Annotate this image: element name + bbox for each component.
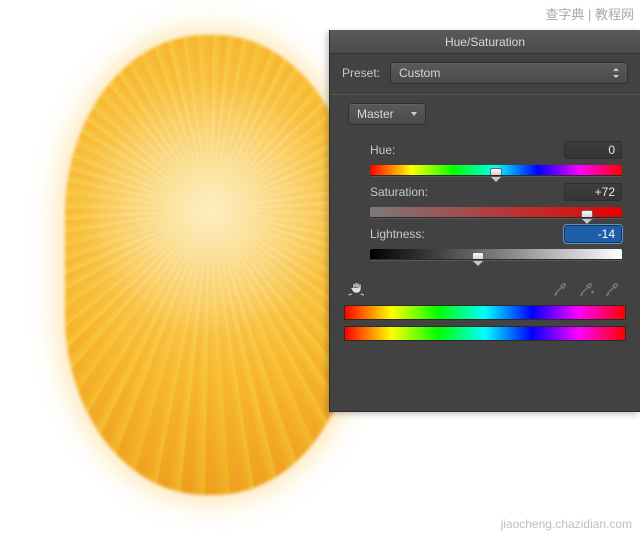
saturation-label: Saturation: xyxy=(370,185,428,199)
lightness-slot: Lightness: -14 xyxy=(370,225,622,261)
hue-saturation-panel: Hue/Saturation Preset: Custom Master Hue… xyxy=(329,30,640,412)
targeted-adjustment-button[interactable] xyxy=(346,277,368,299)
hue-ramp-top xyxy=(344,305,626,320)
eyedropper-add-button[interactable] xyxy=(576,277,598,299)
chevron-down-icon xyxy=(409,109,419,119)
lightness-input[interactable]: -14 xyxy=(564,225,622,243)
eyedropper-icon xyxy=(553,280,569,296)
preset-value: Custom xyxy=(399,66,440,80)
hue-ramp-bottom xyxy=(344,326,626,341)
eyedropper-subtract-button[interactable] xyxy=(602,277,624,299)
lightness-thumb[interactable] xyxy=(472,252,484,262)
saturation-input[interactable]: +72 xyxy=(564,183,622,201)
preset-row: Preset: Custom xyxy=(330,54,640,88)
saturation-thumb[interactable] xyxy=(581,210,593,220)
canvas-artwork xyxy=(65,35,355,495)
panel-title: Hue/Saturation xyxy=(445,35,525,49)
saturation-slider[interactable] xyxy=(370,207,622,219)
fuzzy-texture xyxy=(65,35,355,495)
hue-input[interactable]: 0 xyxy=(564,141,622,159)
panel-titlebar[interactable]: Hue/Saturation xyxy=(330,30,640,54)
hue-ramps xyxy=(330,305,640,353)
saturation-slot: Saturation: +72 xyxy=(370,183,622,219)
hand-scrubby-icon xyxy=(348,279,366,297)
hue-slider[interactable] xyxy=(370,165,622,177)
tool-row xyxy=(330,267,640,305)
preset-label: Preset: xyxy=(342,66,390,80)
preset-select[interactable]: Custom xyxy=(390,62,628,84)
eyedropper-plus-icon xyxy=(579,280,595,296)
hue-slot: Hue: 0 xyxy=(370,141,622,177)
sliders-group: Hue: 0 Saturation: +72 Lightness: -14 xyxy=(330,129,640,267)
eyedropper-button[interactable] xyxy=(550,277,572,299)
watermark-top: 查字典 | 教程网 xyxy=(545,4,634,23)
lightness-label: Lightness: xyxy=(370,227,425,241)
lightness-slider[interactable] xyxy=(370,249,622,261)
hue-label: Hue: xyxy=(370,143,395,157)
channel-row: Master xyxy=(330,95,640,129)
watermark-bottom: jiaocheng.chazidian.com xyxy=(501,517,632,531)
channel-value: Master xyxy=(357,107,394,121)
eyedropper-minus-icon xyxy=(605,280,621,296)
updown-icon xyxy=(611,68,621,78)
hue-thumb[interactable] xyxy=(490,168,502,178)
channel-select[interactable]: Master xyxy=(348,103,426,125)
